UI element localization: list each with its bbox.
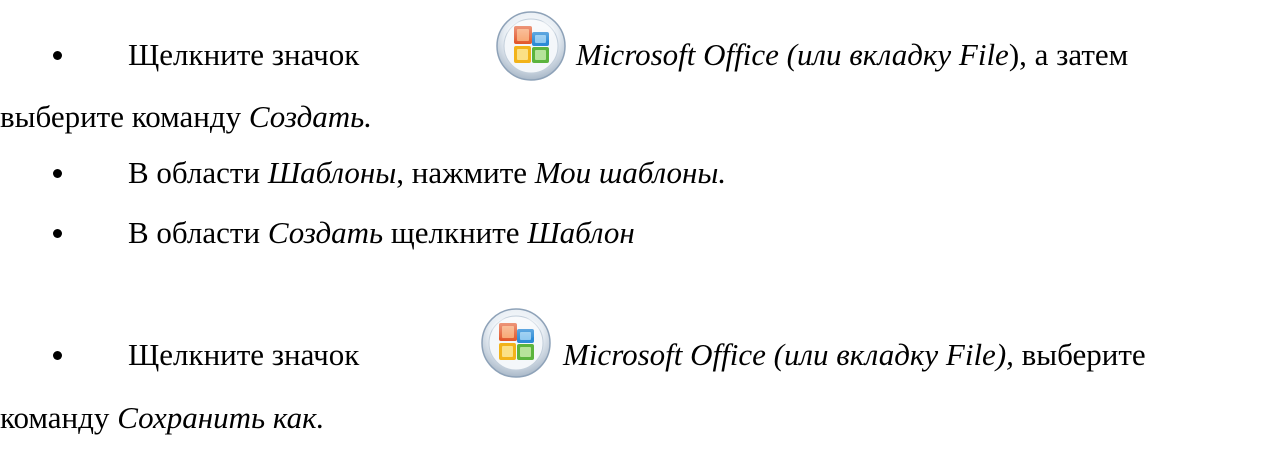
list-item-text: щелкните bbox=[383, 215, 528, 250]
list-item-text: выберите bbox=[1013, 337, 1146, 372]
list-item-text: В области bbox=[128, 155, 268, 190]
list-item-line: Microsoft Office (или вкладку File), а з… bbox=[576, 37, 1128, 73]
bullet-marker bbox=[53, 229, 62, 238]
list-item-line: Щелкните значок bbox=[128, 37, 367, 73]
list-item-text: , нажмите bbox=[396, 155, 535, 190]
list-item-continuation: команду Сохранить как. bbox=[0, 400, 324, 436]
italic-term: Создать bbox=[267, 215, 384, 250]
italic-term: Мои шаблоны. bbox=[534, 155, 727, 190]
list-item-line: Щелкните значок bbox=[128, 337, 367, 373]
bullet-marker bbox=[53, 351, 62, 360]
microsoft-office-button-icon bbox=[496, 11, 566, 81]
list-item-line: В области Создать щелкните Шаблон bbox=[128, 215, 635, 251]
italic-term: Microsoft Office (или вкладку File bbox=[576, 37, 1009, 72]
list-item-text: В области bbox=[128, 215, 268, 250]
list-item-text: Щелкните значок bbox=[128, 337, 368, 372]
italic-term: Шаблоны bbox=[267, 155, 397, 190]
document-page: Щелкните значок Microsoft Office (или вк… bbox=[0, 0, 1262, 468]
list-item-text: выберите команду bbox=[0, 99, 249, 134]
italic-term: Шаблон bbox=[527, 215, 635, 250]
list-item-text: ), а затем bbox=[1008, 37, 1129, 72]
list-item-text: Щелкните значок bbox=[128, 37, 368, 72]
list-item-line: В области Шаблоны, нажмите Мои шаблоны. bbox=[128, 155, 726, 191]
bullet-marker bbox=[53, 169, 62, 178]
bullet-marker bbox=[53, 51, 62, 60]
microsoft-office-button-icon bbox=[481, 308, 551, 378]
list-item-text: команду bbox=[0, 400, 118, 435]
list-item-line: Microsoft Office (или вкладку File), выб… bbox=[563, 337, 1146, 373]
italic-term: Сохранить как. bbox=[117, 400, 325, 435]
italic-term: Microsoft Office (или вкладку File), bbox=[563, 337, 1014, 372]
list-item-continuation: выберите команду Создать. bbox=[0, 99, 372, 135]
italic-term: Создать. bbox=[248, 99, 373, 134]
